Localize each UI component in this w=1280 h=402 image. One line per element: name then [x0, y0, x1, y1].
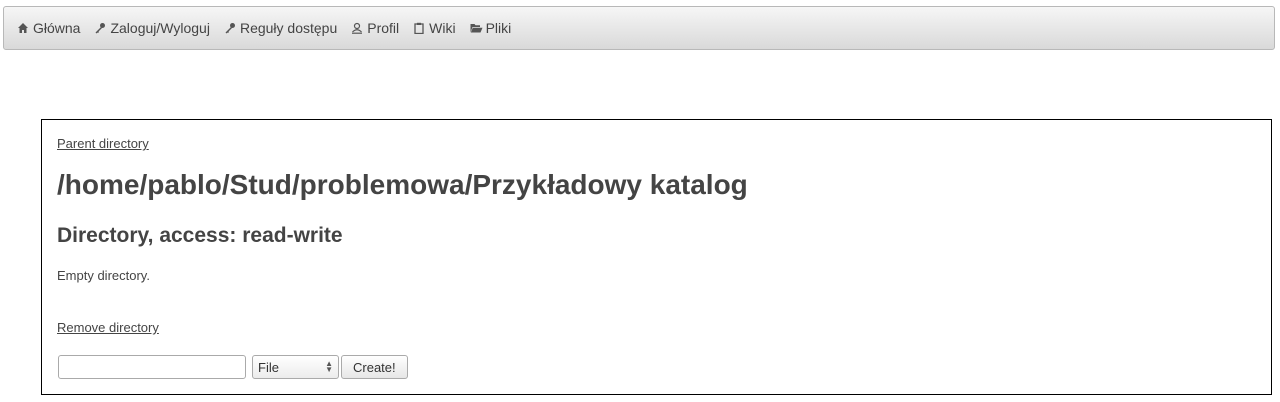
create-button[interactable]: Create! [341, 355, 408, 379]
nav-item-zaloguj-wyloguj[interactable]: Zaloguj/Wyloguj [94, 20, 210, 36]
user-icon [351, 22, 363, 34]
remove-directory-link[interactable]: Remove directory [57, 320, 159, 335]
directory-access-heading: Directory, access: read-write [57, 224, 343, 247]
nav-item-pliki[interactable]: Pliki [470, 20, 512, 36]
directory-path-title: /home/pablo/Stud/problemowa/Przykładowy … [57, 169, 748, 200]
directory-panel: Parent directory /home/pablo/Stud/proble… [41, 119, 1272, 395]
nav-item-reguly-dostepu[interactable]: Reguły dostępu [224, 20, 337, 36]
top-navbar: Główna Zaloguj/Wyloguj Reguły dostępu Pr… [3, 6, 1275, 50]
new-item-name-input[interactable] [58, 355, 246, 379]
nav-item-wiki[interactable]: Wiki [413, 20, 456, 36]
folder-open-icon [470, 22, 483, 34]
nav-label-glowna: Główna [33, 20, 81, 36]
nav-label-profil: Profil [367, 20, 400, 36]
item-type-select[interactable]: File ▲ ▼ [252, 355, 339, 379]
key-icon [94, 22, 106, 34]
key-icon [224, 22, 236, 34]
nav-item-profil[interactable]: Profil [351, 20, 399, 36]
parent-directory-link[interactable]: Parent directory [57, 136, 149, 151]
nav-label-zaloguj-wyloguj: Zaloguj/Wyloguj [110, 20, 210, 36]
select-arrows-icon: ▲ ▼ [325, 359, 333, 374]
empty-directory-text: Empty directory. [57, 268, 150, 283]
home-icon [17, 22, 29, 34]
item-type-selected-value: File [258, 359, 279, 375]
nav-item-glowna[interactable]: Główna [17, 20, 80, 36]
nav-label-reguly-dostepu: Reguły dostępu [239, 20, 338, 36]
clipboard-icon [413, 22, 425, 34]
nav-label-wiki: Wiki [429, 20, 456, 36]
create-form: File ▲ ▼ Create! [58, 355, 408, 379]
nav-label-pliki: Pliki [485, 20, 512, 36]
